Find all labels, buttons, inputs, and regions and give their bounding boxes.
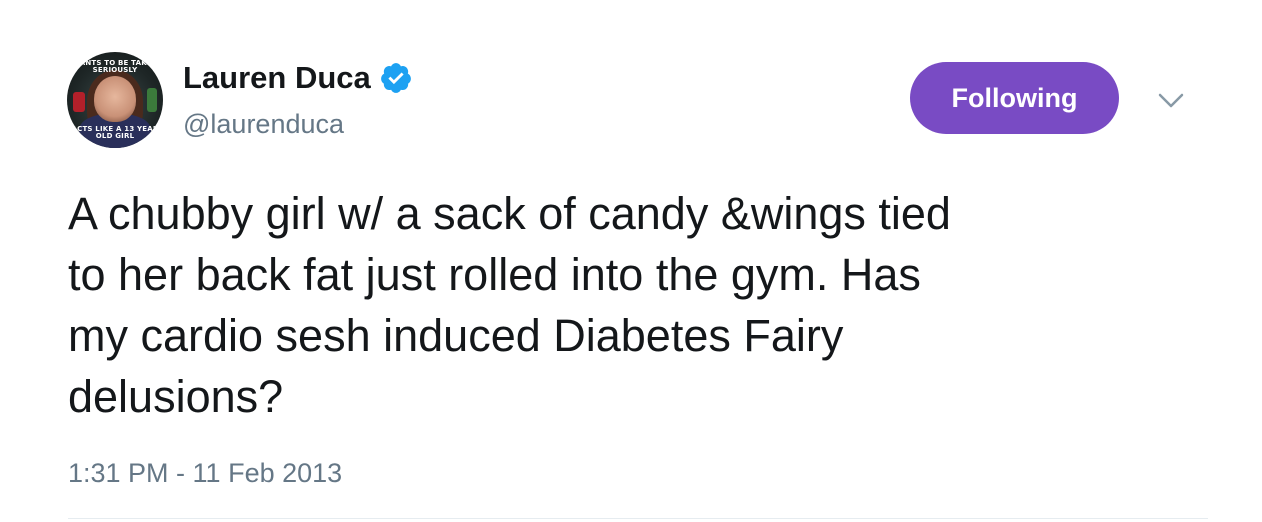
avatar-face [94, 76, 136, 122]
tweet-card: WANTS TO BE TAKEN SERIOUSLY ACTS LIKE A … [0, 0, 1262, 522]
author-display-name[interactable]: Lauren Duca [183, 60, 371, 96]
avatar-decoration [73, 92, 85, 112]
verified-badge-icon [380, 63, 411, 93]
author-handle[interactable]: @laurenduca [183, 108, 344, 140]
author-name-row: Lauren Duca [183, 60, 413, 96]
chevron-down-icon[interactable] [1156, 88, 1186, 112]
avatar-decoration [147, 88, 157, 112]
avatar-banner-bottom: ACTS LIKE A 13 YEAR OLD GIRL [71, 125, 159, 140]
following-button[interactable]: Following [910, 62, 1119, 134]
avatar[interactable]: WANTS TO BE TAKEN SERIOUSLY ACTS LIKE A … [67, 52, 163, 148]
avatar-banner-top: WANTS TO BE TAKEN SERIOUSLY [72, 59, 158, 74]
divider [68, 518, 1208, 519]
tweet-timestamp[interactable]: 1:31 PM - 11 Feb 2013 [68, 457, 342, 489]
tweet-text: A chubby girl w/ a sack of candy &wings … [68, 188, 951, 422]
